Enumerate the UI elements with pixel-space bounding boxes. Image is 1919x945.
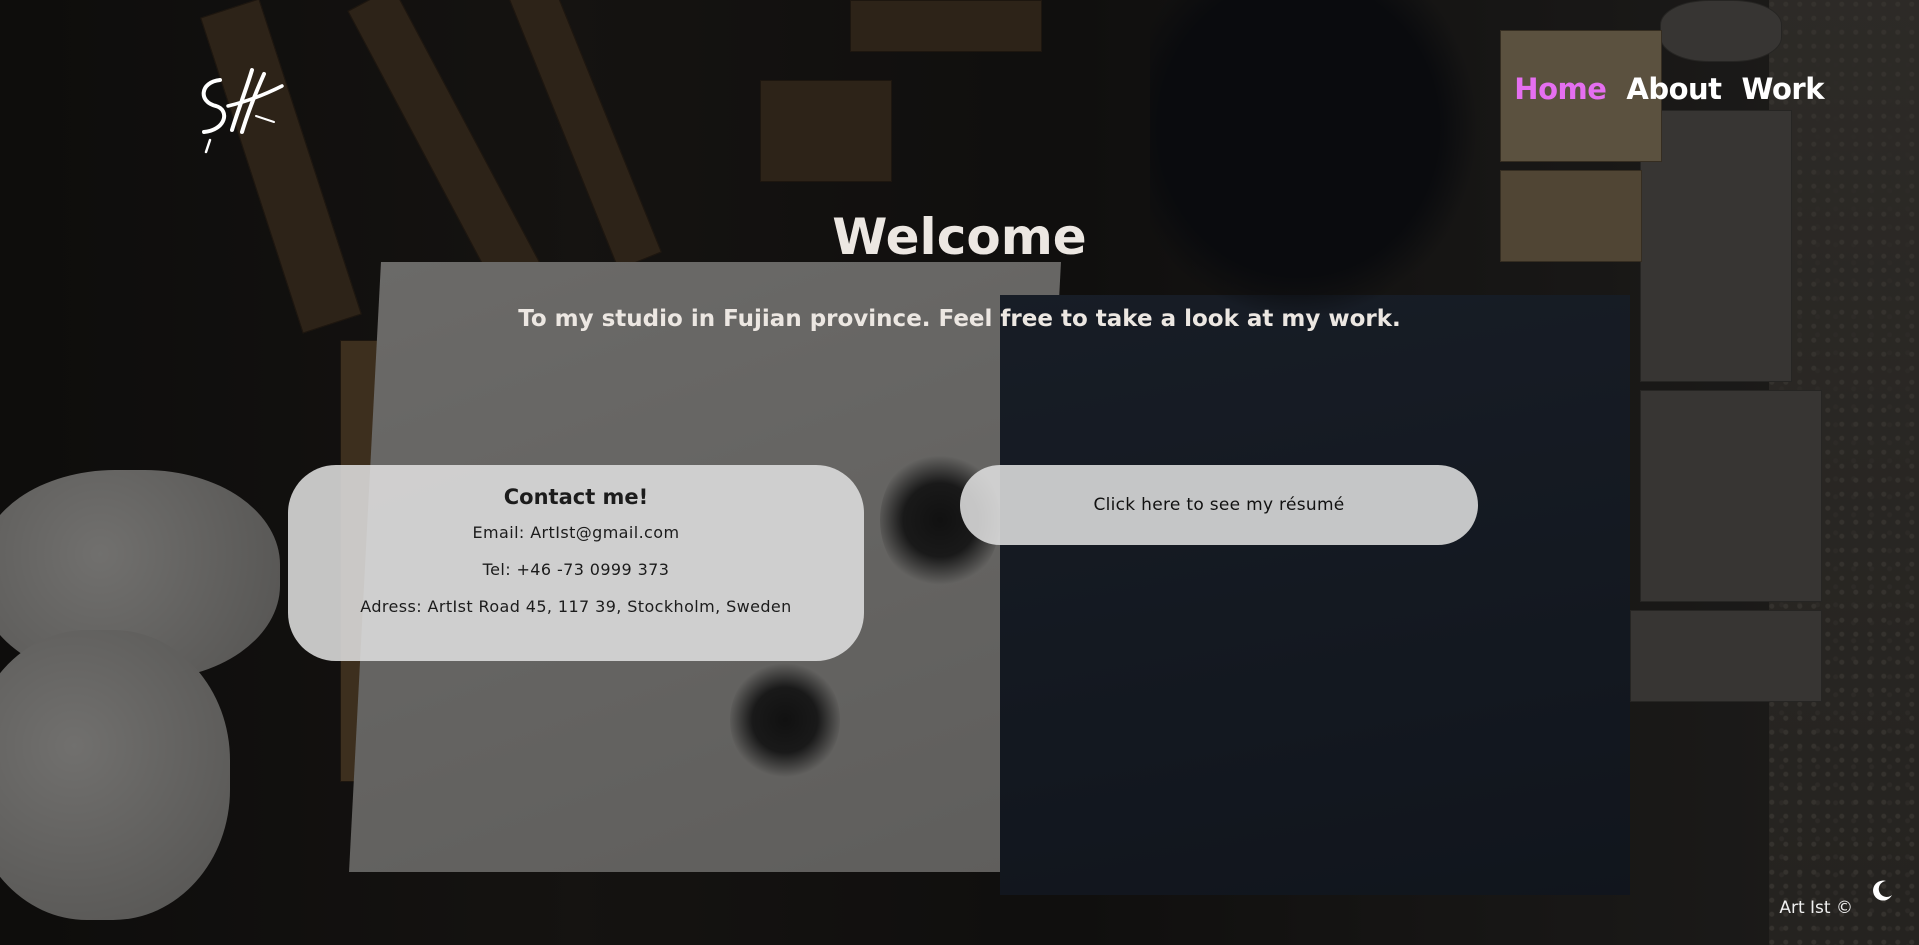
contact-card: Contact me! Email: ArtIst@gmail.com Tel:… xyxy=(288,465,864,661)
hero-title: Welcome xyxy=(832,208,1087,266)
contact-email: Email: ArtIst@gmail.com xyxy=(472,523,680,542)
page: Home About Work Welcome To my studio in … xyxy=(0,0,1919,945)
moon-icon-svg xyxy=(1873,880,1892,901)
resume-button[interactable]: Click here to see my résumé xyxy=(960,465,1478,545)
moon-icon[interactable] xyxy=(1869,878,1895,904)
hero-subtitle: To my studio in Fujian province. Feel fr… xyxy=(518,306,1401,332)
nav-link-work[interactable]: Work xyxy=(1742,72,1825,106)
signature-logo-icon xyxy=(201,68,284,154)
nav-link-home[interactable]: Home xyxy=(1514,72,1607,106)
main-nav: Home About Work xyxy=(1514,72,1824,106)
footer-copyright: Art Ist © xyxy=(1779,898,1853,918)
logo[interactable] xyxy=(190,60,290,156)
contact-phone: Tel: +46 -73 0999 373 xyxy=(482,560,670,579)
contact-address: Adress: ArtIst Road 45, 117 39, Stockhol… xyxy=(360,597,792,616)
nav-link-about[interactable]: About xyxy=(1626,72,1722,106)
contact-title: Contact me! xyxy=(503,485,649,509)
